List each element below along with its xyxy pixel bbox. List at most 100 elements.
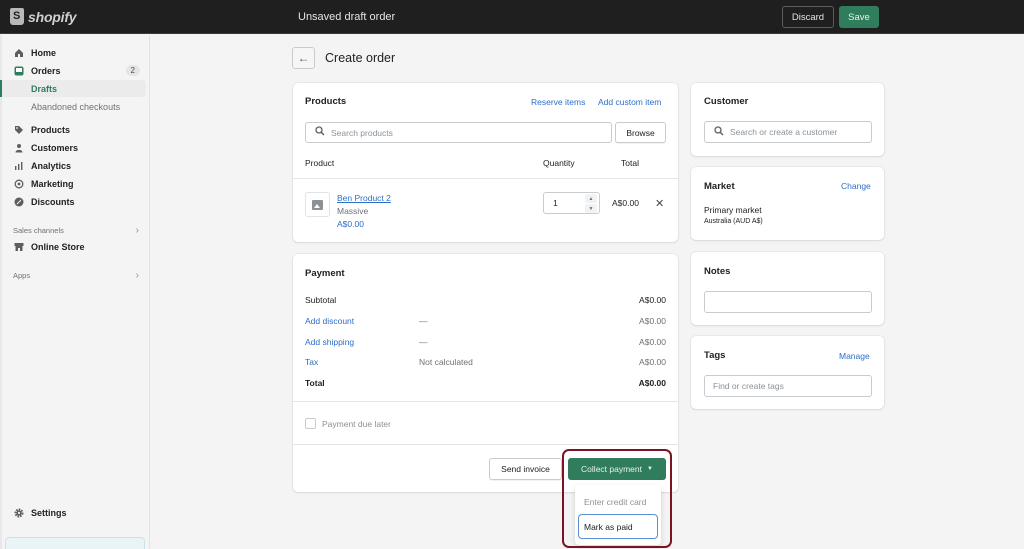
shipping-detail: — [419,337,428,347]
sidebar-item-home[interactable]: Home [0,44,146,61]
send-invoice-button[interactable]: Send invoice [489,458,562,480]
payment-card [293,254,678,492]
column-header-total: Total [621,158,639,168]
sidebar-item-products[interactable]: Products [0,121,146,138]
sidebar-item-marketing[interactable]: Marketing [0,175,146,192]
sidebar-item-settings[interactable]: Settings [0,504,146,521]
search-icon [315,126,325,139]
sidebar-item-drafts[interactable]: Drafts [0,80,146,97]
quantity-value: 1 [553,198,558,208]
topbar-title: Unsaved draft order [298,11,396,23]
person-icon [14,143,24,153]
manage-tags-link[interactable]: Manage [839,351,870,361]
product-variant: Massive [337,206,369,216]
shopify-bag-icon [10,8,24,25]
sidebar-item-discounts[interactable]: Discounts [0,193,146,210]
column-header-quantity: Quantity [543,158,575,168]
add-discount-link[interactable]: Add discount [305,316,354,326]
sidebar-item-label: Orders [31,65,61,76]
search-products-input[interactable]: Search products [305,122,612,143]
collect-payment-button[interactable]: Collect payment ▼ [568,458,666,480]
notes-card-title: Notes [704,266,731,277]
payment-due-later-label: Payment due later [322,419,391,429]
discard-button[interactable]: Discard [782,6,834,28]
sidebar-item-label: Discounts [31,196,75,207]
sidebar-item-label: Analytics [31,160,72,171]
reserve-items-link[interactable]: Reserve items [531,97,585,107]
subtotal-amount: A$0.00 [639,295,666,305]
collect-payment-label: Collect payment [581,464,642,474]
collect-payment-menu: Enter credit card Mark as paid [575,485,661,545]
sidebar-item-online-store[interactable]: Online Store [0,238,146,255]
market-card [691,167,884,240]
sidebar-item-analytics[interactable]: Analytics [0,157,146,174]
divider [293,444,678,445]
menu-item-enter-credit-card[interactable]: Enter credit card [584,497,646,507]
tax-link[interactable]: Tax [305,357,318,367]
column-header-product: Product [305,158,335,168]
decrement-icon[interactable]: ▼ [585,204,597,213]
search-icon [714,125,724,139]
increment-icon[interactable]: ▲ [585,194,597,203]
back-button[interactable]: ← [292,47,315,69]
add-shipping-link[interactable]: Add shipping [305,337,354,347]
arrow-left-icon: ← [297,51,310,65]
divider [293,178,678,179]
total-amount: A$0.00 [638,378,666,388]
payment-due-later-checkbox[interactable] [305,418,316,429]
tags-card [691,336,884,409]
tags-placeholder: Find or create tags [713,381,784,391]
sales-channels-section[interactable]: Sales channels › [13,225,139,236]
sidebar-item-customers[interactable]: Customers [0,139,146,156]
sidebar-item-label: Marketing [31,178,74,189]
orders-count-badge: 2 [125,65,140,76]
target-icon [14,179,24,189]
apps-section[interactable]: Apps › [13,270,139,281]
customer-search-placeholder: Search or create a customer [730,127,838,137]
notes-input[interactable] [704,291,872,313]
sidebar-item-label: Products [31,124,71,135]
product-name-link[interactable]: Ben Product 2 [337,193,391,203]
discount-icon [14,197,24,207]
tags-input[interactable]: Find or create tags [704,375,872,397]
browse-button[interactable]: Browse [615,122,666,143]
save-button[interactable]: Save [839,6,879,28]
change-market-link[interactable]: Change [841,181,871,191]
payment-card-title: Payment [305,268,345,279]
market-detail: Australia (AUD A$) [704,218,763,225]
market-name: Primary market [704,205,762,215]
sidebar-item-abandoned-checkouts[interactable]: Abandoned checkouts [0,98,146,115]
logo-text: shopify [28,8,77,25]
products-card-title: Products [305,96,347,107]
shopify-logo[interactable]: shopify [10,8,77,25]
divider [293,401,678,402]
chevron-right-icon[interactable]: › [136,270,139,281]
shipping-amount: A$0.00 [639,337,666,347]
menu-item-mark-as-paid[interactable]: Mark as paid [578,514,658,539]
search-products-placeholder: Search products [331,127,393,138]
notes-card [691,252,884,325]
sidebar-item-label: Online Store [31,241,85,252]
sidebar-item-label: Home [31,47,57,58]
sidebar-item-label: Customers [31,142,79,153]
image-placeholder-icon [312,199,323,210]
page-title: Create order [325,51,396,65]
top-bar: shopify Unsaved draft order Discard Save [0,0,1024,34]
apps-label: Apps [13,271,31,280]
market-card-title: Market [704,181,735,192]
home-icon [14,48,24,58]
tags-card-title: Tags [704,350,726,361]
discount-detail: — [419,316,428,326]
add-custom-item-link[interactable]: Add custom item [598,97,661,107]
product-thumbnail [305,192,330,217]
quantity-stepper[interactable]: 1 ▲ ▼ [543,192,600,214]
sidebar-footer-banner[interactable] [5,537,145,549]
sidebar-item-orders[interactable]: Orders 2 [0,62,146,79]
customer-card [691,83,884,156]
line-item-total: A$0.00 [612,198,639,208]
total-label: Total [305,378,325,388]
chevron-right-icon[interactable]: › [136,225,139,236]
discount-amount: A$0.00 [639,316,666,326]
remove-item-icon[interactable]: ✕ [655,197,664,210]
customer-search-input[interactable]: Search or create a customer [704,121,872,143]
